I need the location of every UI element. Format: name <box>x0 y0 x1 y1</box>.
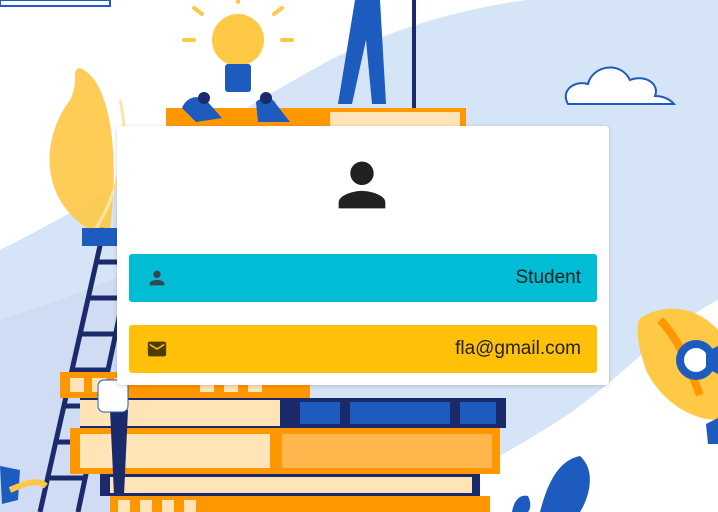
profile-card: Student fla@gmail.com <box>117 126 609 385</box>
email-value: fla@gmail.com <box>455 338 581 359</box>
role-value: Student <box>515 267 582 288</box>
mail-icon <box>146 338 168 360</box>
role-field: Student <box>129 254 597 302</box>
person-icon <box>338 161 386 209</box>
person-icon <box>146 267 168 289</box>
email-field: fla@gmail.com <box>129 325 597 373</box>
